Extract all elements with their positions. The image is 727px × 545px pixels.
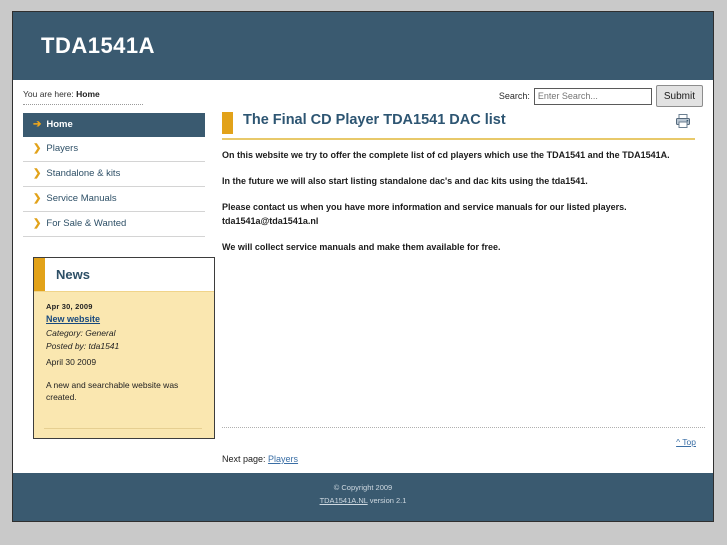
news-accent-bar <box>34 258 45 291</box>
footer-site-link[interactable]: TDA1541A.NL <box>320 496 368 505</box>
next-page-link[interactable]: Players <box>268 454 298 464</box>
utility-bar: You are here: Home Search: Submit <box>13 80 713 110</box>
search-submit-button[interactable]: Submit <box>655 85 703 107</box>
news-divider <box>44 428 202 429</box>
breadcrumb-current[interactable]: Home <box>76 89 100 99</box>
sidebar-item-standalone-kits[interactable]: ❯ Standalone & kits <box>23 162 205 187</box>
page-title: The Final CD Player TDA1541 DAC list <box>243 112 506 128</box>
news-panel-body: Apr 30, 2009 New website Category: Gener… <box>34 292 214 404</box>
sidebar-item-home[interactable]: ➔ Home <box>23 113 205 137</box>
title-accent-bar <box>222 112 233 134</box>
content-area: ➔ Home ❯ Players ❯ Standalone & kits ❯ Servi… <box>13 110 713 473</box>
footer-copyright: © Copyright 2009 <box>333 483 393 492</box>
news-panel-header: News <box>34 258 214 292</box>
main-body: On this website we try to offer the comp… <box>213 140 705 255</box>
main-header: The Final CD Player TDA1541 DAC list <box>213 110 705 140</box>
breadcrumb-prefix: You are here: <box>23 89 74 99</box>
search-input[interactable] <box>533 87 652 105</box>
next-page-label: Next page: <box>222 454 266 464</box>
sidebar-item-label: Players <box>46 143 79 154</box>
body-paragraph: On this website we try to offer the comp… <box>222 150 670 160</box>
sidebar-item-label: Home <box>46 119 73 130</box>
footer-version-row: TDA1541A.NL version 2.1 <box>13 495 713 507</box>
back-to-top-link[interactable]: ^ Top <box>676 437 696 447</box>
news-panel: News Apr 30, 2009 New website Category: … <box>33 257 215 439</box>
breadcrumb-divider <box>23 104 143 105</box>
next-page-row: Next page: Players <box>222 454 298 464</box>
news-date: Apr 30, 2009 <box>46 302 93 311</box>
news-excerpt: A new and searchable website was created… <box>46 380 179 403</box>
site-banner: TDA1541A <box>13 12 713 80</box>
search-area: Search: Submit <box>499 85 703 107</box>
news-category: Category: General <box>46 327 116 338</box>
title-underline <box>222 138 695 140</box>
sidebar-item-for-sale-wanted[interactable]: ❯ For Sale & Wanted <box>23 212 205 237</box>
printer-icon[interactable] <box>675 113 691 129</box>
body-paragraph: Please contact us when you have more inf… <box>222 201 627 226</box>
chevron-right-icon: ❯ <box>33 143 42 154</box>
body-paragraph: In the future we will also start listing… <box>222 175 588 186</box>
content-bottom-divider <box>222 427 705 428</box>
breadcrumb: You are here: Home <box>23 89 100 99</box>
site-footer: © Copyright 2009 TDA1541A.NL version 2.1 <box>13 473 713 521</box>
site-title: TDA1541A <box>41 33 156 58</box>
news-posted-by: Posted by: tda1541 <box>46 340 120 351</box>
chevron-right-icon: ❯ <box>33 168 42 179</box>
chevron-right-icon: ❯ <box>33 193 42 204</box>
news-posted-date: April 30 2009 <box>46 357 97 368</box>
news-headline-link[interactable]: New website <box>46 313 204 327</box>
sidebar-item-label: For Sale & Wanted <box>46 218 127 229</box>
sidebar-nav: ➔ Home ❯ Players ❯ Standalone & kits ❯ Servi… <box>23 113 205 237</box>
page-frame: TDA1541A You are here: Home Search: Subm… <box>12 11 714 522</box>
sidebar-item-label: Service Manuals <box>46 193 117 204</box>
sidebar-item-label: Standalone & kits <box>46 168 121 179</box>
search-label: Search: <box>498 91 530 101</box>
main-content: The Final CD Player TDA1541 DAC list On … <box>213 110 705 473</box>
sidebar-item-players[interactable]: ❯ Players <box>23 137 205 162</box>
sidebar: ➔ Home ❯ Players ❯ Standalone & kits ❯ Servi… <box>23 113 215 439</box>
arrow-right-icon: ➔ <box>33 119 42 130</box>
chevron-right-icon: ❯ <box>33 218 42 229</box>
news-panel-title: News <box>56 267 90 282</box>
footer-version: version 2.1 <box>367 496 407 505</box>
sidebar-item-service-manuals[interactable]: ❯ Service Manuals <box>23 187 205 212</box>
body-paragraph: We will collect service manuals and make… <box>222 241 501 252</box>
